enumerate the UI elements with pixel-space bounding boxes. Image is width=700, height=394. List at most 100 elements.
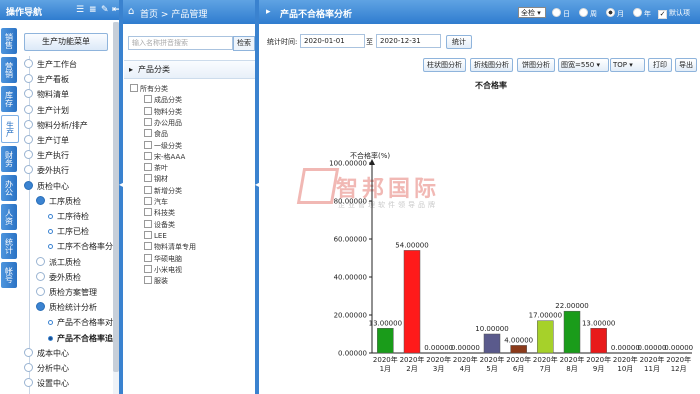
expand-box-icon[interactable]: [144, 197, 152, 205]
nav-item[interactable]: 质检统计分析: [36, 301, 97, 314]
home-icon[interactable]: ⌂: [128, 6, 134, 17]
expand-box-icon[interactable]: [144, 117, 152, 126]
function-menu-button[interactable]: 生产功能菜单: [24, 33, 108, 51]
category-item[interactable]: 小米电视: [144, 264, 182, 276]
nav-item[interactable]: 工序质检: [36, 195, 81, 208]
category-item[interactable]: 办公用品: [144, 117, 182, 129]
category-item[interactable]: 物料分类: [144, 106, 182, 118]
nav-item[interactable]: 生产执行: [24, 149, 69, 162]
date-to-input[interactable]: 2020-12-31: [376, 34, 441, 48]
vtab-1[interactable]: 营销: [1, 57, 17, 83]
nav-item[interactable]: 生产计划: [24, 104, 69, 117]
nav-item[interactable]: 质检方案管理: [36, 286, 97, 299]
nav-item[interactable]: 成本中心: [24, 347, 69, 360]
search-button[interactable]: 检索: [233, 36, 255, 51]
nav-item[interactable]: 设置中心: [24, 377, 69, 390]
category-item[interactable]: 成品分类: [144, 95, 182, 106]
vtab-7[interactable]: 统计: [1, 233, 17, 259]
menu-icon[interactable]: ≡: [89, 5, 97, 15]
nav-item[interactable]: 委外质检: [36, 271, 81, 284]
nav-item[interactable]: 产品不合格率追: [48, 332, 113, 345]
line-chart-button[interactable]: 折线图分析: [470, 58, 513, 72]
vtab-6[interactable]: 人资: [1, 204, 17, 230]
expand-box-icon[interactable]: [144, 242, 152, 251]
vtab-2[interactable]: 库存: [1, 86, 17, 112]
expand-box-icon[interactable]: [144, 163, 152, 172]
tools-icon[interactable]: ✎: [101, 5, 109, 15]
left-splitter[interactable]: [119, 0, 123, 394]
nav-item[interactable]: 物料清单: [24, 88, 69, 101]
radio-week[interactable]: 周: [579, 8, 597, 19]
category-item[interactable]: 茶叶: [144, 163, 168, 174]
nav-item[interactable]: 生产看板: [24, 73, 69, 86]
category-item[interactable]: 服装: [144, 276, 168, 287]
print-button[interactable]: 打印: [648, 58, 672, 72]
export-button[interactable]: 导出: [675, 58, 697, 72]
nav-item[interactable]: 工序已检: [48, 225, 89, 238]
splitter-arrow-icon[interactable]: ◂: [255, 180, 259, 189]
splitter-arrow-icon[interactable]: ◂: [119, 180, 123, 189]
category-item[interactable]: 设备类: [144, 219, 175, 231]
period-select[interactable]: 全检 ▾: [518, 7, 546, 18]
expand-box-icon[interactable]: [144, 264, 152, 273]
page-title: 产品不合格率分析: [280, 10, 353, 20]
category-item[interactable]: 钢材: [144, 174, 168, 185]
expand-box-icon[interactable]: [144, 95, 152, 104]
search-input[interactable]: 输入名称拼音搜索: [128, 36, 233, 50]
vtab-8[interactable]: 帐号: [1, 262, 17, 288]
vtab-3[interactable]: 生产: [1, 115, 19, 143]
expand-box-icon[interactable]: [144, 129, 152, 138]
nav-item-label: 物料清单: [37, 90, 69, 100]
nav-item[interactable]: 产品不合格率对: [48, 316, 113, 329]
category-item[interactable]: 汽车: [144, 197, 168, 208]
category-item[interactable]: 华硕电脑: [144, 253, 182, 265]
category-item[interactable]: 一级分类: [144, 140, 182, 152]
nav-item[interactable]: 物料分析/排产: [24, 119, 88, 132]
category-item[interactable]: 宋-格AAA: [144, 151, 185, 163]
nav-item[interactable]: 生产订单: [24, 134, 69, 147]
vtab-5[interactable]: 办公: [1, 175, 17, 201]
expand-box-icon[interactable]: [144, 230, 152, 239]
expand-box-icon[interactable]: [144, 276, 152, 285]
nav-item[interactable]: 工序不合格率分: [48, 240, 113, 253]
nav-item[interactable]: 派工质检: [36, 256, 81, 269]
width-select[interactable]: 图宽=550 ▾: [558, 58, 609, 72]
nav-item[interactable]: 工序待检: [48, 210, 89, 223]
category-item[interactable]: 食品: [144, 129, 168, 140]
bar: [563, 310, 581, 354]
expand-box-icon[interactable]: [144, 151, 152, 160]
category-header[interactable]: ▸ 产品分类: [124, 60, 255, 79]
expand-box-icon[interactable]: [144, 106, 152, 115]
expand-box-icon[interactable]: [144, 219, 152, 228]
breadcrumb-home[interactable]: 首页: [140, 10, 158, 20]
date-from-input[interactable]: 2020-01-01: [300, 34, 365, 48]
nav-item[interactable]: 分析中心: [24, 362, 69, 375]
expand-box-icon[interactable]: [144, 208, 152, 217]
radio-day[interactable]: 日: [552, 8, 570, 19]
radio-year[interactable]: 年: [633, 8, 651, 19]
stat-button[interactable]: 统计: [446, 35, 472, 49]
default-checkbox[interactable]: ✓ 默认项: [658, 8, 690, 19]
nav-item[interactable]: 委外执行: [24, 164, 69, 177]
category-item[interactable]: LEE: [144, 230, 167, 242]
expand-box-icon[interactable]: [144, 174, 152, 183]
nav-item-label: 物料分析/排产: [37, 120, 88, 130]
mid-splitter[interactable]: [255, 0, 259, 394]
category-item[interactable]: 新增分类: [144, 185, 182, 197]
expand-box-icon[interactable]: [144, 185, 152, 194]
expand-box-icon[interactable]: [130, 84, 138, 92]
expand-box-icon[interactable]: [144, 253, 152, 262]
category-item[interactable]: 所有分类: [130, 84, 168, 95]
category-item[interactable]: 科技类: [144, 208, 175, 219]
top-select[interactable]: TOP ▾: [610, 58, 645, 72]
nav-item[interactable]: 质检中心: [24, 180, 69, 193]
vtab-4[interactable]: 财务: [1, 146, 17, 172]
expand-box-icon[interactable]: [144, 140, 152, 149]
nav-item[interactable]: 生产工作台: [24, 58, 77, 71]
list-icon[interactable]: ☰: [76, 5, 84, 15]
radio-month[interactable]: 月: [606, 8, 624, 19]
vtab-0[interactable]: 销售: [1, 28, 17, 54]
bar-chart-button[interactable]: 柱状图分析: [423, 58, 466, 72]
pie-chart-button[interactable]: 饼图分析: [517, 58, 555, 72]
category-item[interactable]: 物料清单专用: [144, 242, 196, 253]
